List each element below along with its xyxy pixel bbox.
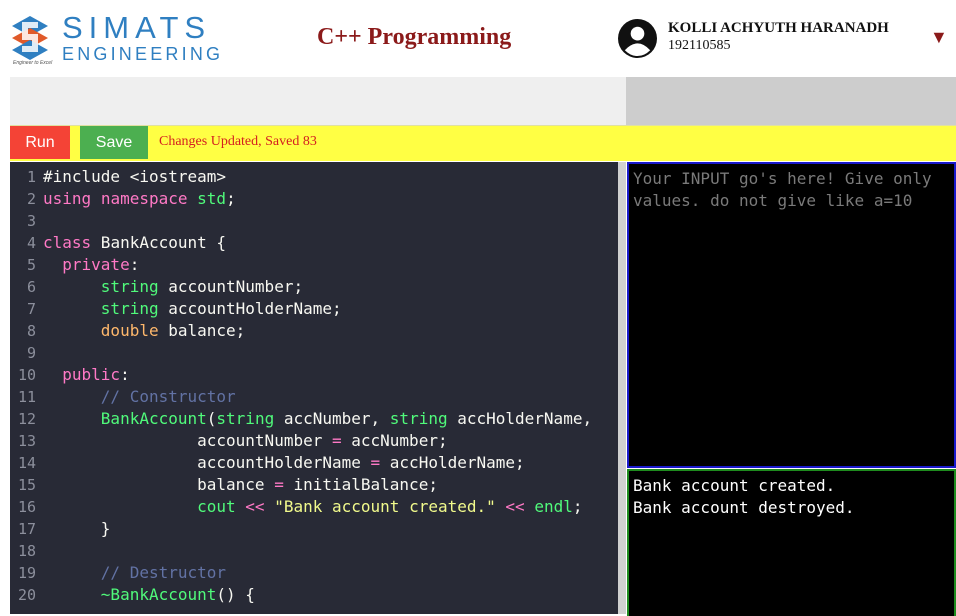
code-text[interactable]: #include <iostream> <box>43 166 226 188</box>
code-line[interactable]: 14 accountHolderName = accHolderName; <box>10 452 618 474</box>
simats-logo-icon <box>12 16 48 60</box>
code-text[interactable]: // Destructor <box>43 562 226 584</box>
code-line[interactable]: 16 cout << "Bank account created." << en… <box>10 496 618 518</box>
user-id: 192110585 <box>668 38 731 53</box>
output-line: Bank account created. <box>633 476 836 495</box>
stdin-input[interactable] <box>629 164 954 466</box>
user-avatar-icon[interactable] <box>618 19 657 58</box>
code-text[interactable]: } <box>43 518 111 540</box>
code-text[interactable]: accountNumber = accNumber; <box>43 430 447 452</box>
code-line[interactable]: 7 string accountHolderName; <box>10 298 618 320</box>
line-number: 6 <box>26 278 36 296</box>
line-number: 14 <box>17 454 36 472</box>
pane-divider[interactable] <box>618 162 626 614</box>
line-number: 9 <box>26 344 36 362</box>
panel-tab-strip <box>626 77 956 125</box>
editor-tab-strip <box>10 77 626 125</box>
toolbar <box>10 125 956 161</box>
output-console: Bank account created. Bank account destro… <box>627 469 956 616</box>
course-title: C++ Programming <box>317 24 512 50</box>
code-line[interactable]: 19 // Destructor <box>10 562 618 584</box>
line-number: 1 <box>26 168 36 186</box>
code-line[interactable]: 13 accountNumber = accNumber; <box>10 430 618 452</box>
stdin-panel <box>627 162 956 468</box>
code-line[interactable]: 15 balance = initialBalance; <box>10 474 618 496</box>
line-number: 20 <box>17 586 36 604</box>
code-text[interactable]: BankAccount(string accNumber, string acc… <box>43 408 592 430</box>
line-number: 10 <box>17 366 36 384</box>
code-line[interactable]: 10 public: <box>10 364 618 386</box>
save-status-text: Changes Updated, Saved 83 <box>159 134 317 149</box>
line-number: 15 <box>17 476 36 494</box>
line-number: 2 <box>26 190 36 208</box>
line-number: 12 <box>17 410 36 428</box>
code-text[interactable]: double balance; <box>43 320 246 342</box>
line-number: 11 <box>17 388 36 406</box>
code-text[interactable]: balance = initialBalance; <box>43 474 438 496</box>
logo-wordmark: SIMATS <box>62 10 212 45</box>
code-line[interactable]: 8 double balance; <box>10 320 618 342</box>
code-line[interactable]: 18 <box>10 540 618 562</box>
line-number: 16 <box>17 498 36 516</box>
code-text[interactable]: using namespace std; <box>43 188 236 210</box>
code-line[interactable]: 3 <box>10 210 618 232</box>
code-text[interactable]: cout << "Bank account created." << endl; <box>43 496 582 518</box>
code-line[interactable]: 6 string accountNumber; <box>10 276 618 298</box>
line-number: 17 <box>17 520 36 538</box>
logo-subtitle: ENGINEERING <box>62 44 224 64</box>
line-number: 8 <box>26 322 36 340</box>
code-line[interactable]: 9 <box>10 342 618 364</box>
code-line[interactable]: 2 using namespace std; <box>10 188 618 210</box>
code-line[interactable]: 12 BankAccount(string accNumber, string … <box>10 408 618 430</box>
output-line: Bank account destroyed. <box>633 498 855 517</box>
code-line[interactable]: 20 ~BankAccount() { <box>10 584 618 606</box>
user-name: KOLLI ACHYUTH HARANADH <box>668 20 889 36</box>
line-number: 19 <box>17 564 36 582</box>
run-button[interactable]: Run <box>10 126 70 159</box>
code-text[interactable]: public: <box>43 364 129 386</box>
save-button[interactable]: Save <box>80 126 148 159</box>
code-line[interactable]: 11 // Constructor <box>10 386 618 408</box>
line-number: 7 <box>26 300 36 318</box>
line-number: 18 <box>17 542 36 560</box>
code-text[interactable]: accountHolderName = accHolderName; <box>43 452 525 474</box>
code-line[interactable]: 1 #include <iostream> <box>10 166 618 188</box>
code-text[interactable]: string accountHolderName; <box>43 298 342 320</box>
line-number: 13 <box>17 432 36 450</box>
line-number: 4 <box>26 234 36 252</box>
app-header: SIMATS ENGINEERING Engineer to Excel C++… <box>0 0 956 76</box>
code-line[interactable]: 5 private: <box>10 254 618 276</box>
code-text[interactable]: ~BankAccount() { <box>43 584 255 606</box>
code-text[interactable]: private: <box>43 254 139 276</box>
caret-down-icon[interactable]: ▼ <box>930 28 948 46</box>
code-text[interactable]: string accountNumber; <box>43 276 303 298</box>
logo-tagline: Engineer to Excel <box>13 60 53 66</box>
line-number: 3 <box>26 212 36 230</box>
code-text[interactable]: class BankAccount { <box>43 232 226 254</box>
code-line[interactable]: 4 class BankAccount { <box>10 232 618 254</box>
code-line[interactable]: 17 } <box>10 518 618 540</box>
code-text[interactable]: // Constructor <box>43 386 236 408</box>
code-editor[interactable]: 1 #include <iostream> 2 using namespace std… <box>10 162 618 614</box>
line-number: 5 <box>26 256 36 274</box>
